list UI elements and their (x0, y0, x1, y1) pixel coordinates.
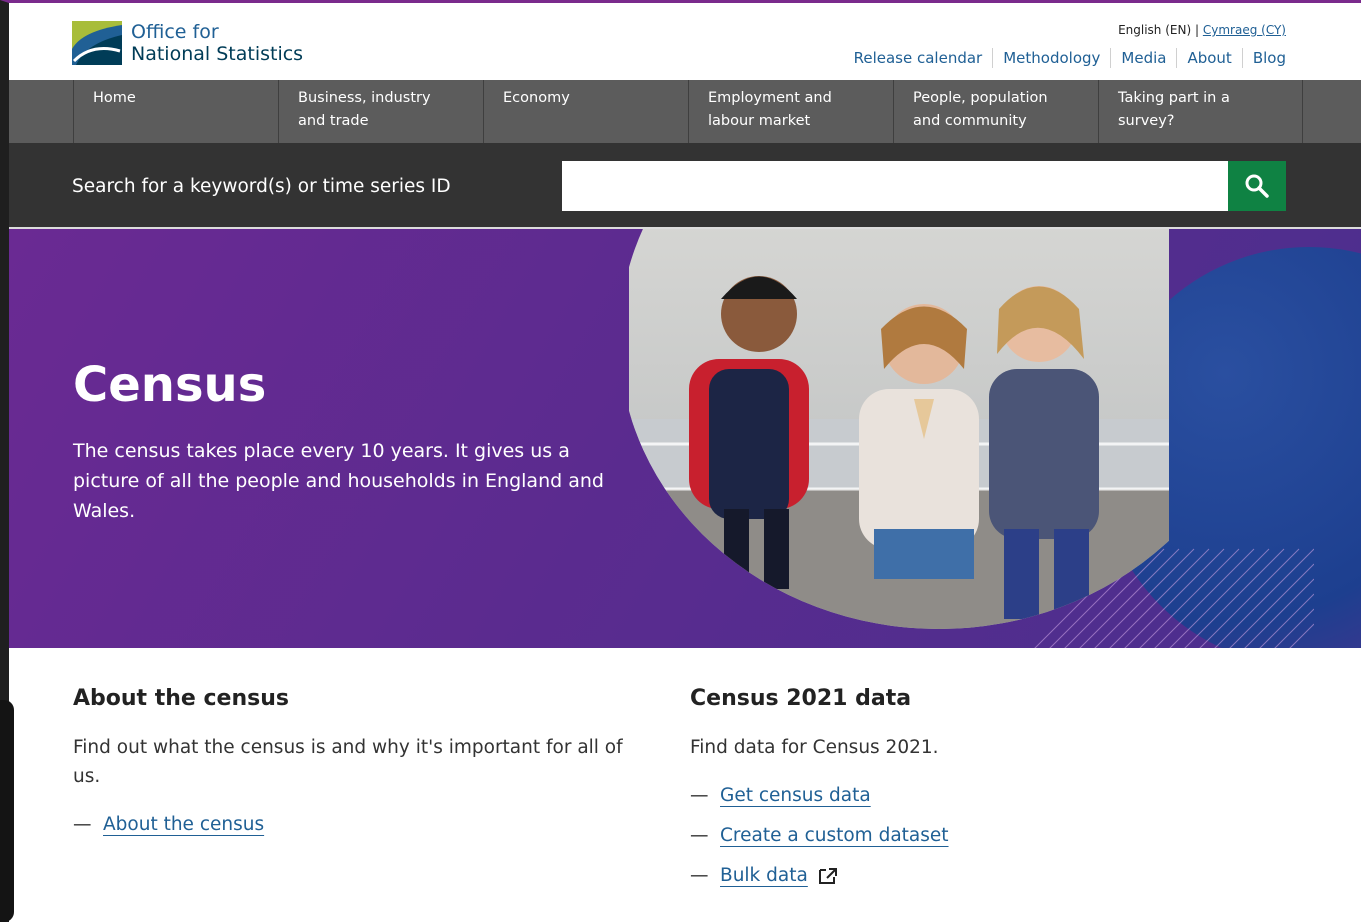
create-custom-dataset-link[interactable]: Create a custom dataset (720, 816, 949, 856)
logo-text: Office for National Statistics (131, 21, 303, 65)
about-links: — About the census (73, 805, 633, 845)
language-switcher: English (EN) | Cymraeg (CY) (1118, 23, 1286, 37)
dash-bullet: — (73, 814, 92, 835)
about-section: About the census Find out what the censu… (73, 686, 633, 845)
nav-item-label: Taking part in a (1118, 90, 1230, 106)
list-item: — Get census data (690, 776, 1250, 816)
nav-item-employment[interactable]: Employment and labour market (688, 80, 893, 143)
hero-photo-children (629, 229, 1169, 629)
logo-line-2: National Statistics (131, 43, 304, 65)
page-title: Census (73, 357, 267, 413)
blog-link[interactable]: Blog (1241, 48, 1286, 68)
nav-item-label-2: and trade (298, 113, 369, 129)
search-label: Search for a keyword(s) or time series I… (72, 176, 451, 197)
nav-item-people[interactable]: People, population and community (893, 80, 1098, 143)
dash-bullet: — (690, 865, 709, 886)
ons-logo-icon (72, 21, 122, 65)
nav-item-survey[interactable]: Taking part in a survey? (1098, 80, 1303, 143)
side-edge (0, 700, 14, 922)
get-census-data-link[interactable]: Get census data (720, 776, 871, 816)
nav-item-label: Employment and (708, 90, 832, 106)
search-icon (1245, 174, 1269, 198)
nav-item-label: Economy (503, 90, 570, 106)
list-item: — Create a custom dataset (690, 816, 1250, 856)
lang-separator: | (1194, 23, 1200, 37)
census-data-section: Census 2021 data Find data for Census 20… (690, 686, 1250, 896)
nav-item-label: Business, industry (298, 90, 431, 106)
release-calendar-link[interactable]: Release calendar (844, 48, 993, 68)
nav-item-business[interactable]: Business, industry and trade (278, 80, 483, 143)
list-item: — About the census (73, 805, 633, 845)
nav-item-label-2: labour market (708, 113, 811, 129)
about-heading: About the census (73, 686, 289, 711)
logo-line-1: Office for (131, 21, 219, 43)
census-data-text: Find data for Census 2021. (690, 737, 939, 758)
nav-item-label: People, population (913, 90, 1048, 106)
nav-item-economy[interactable]: Economy (483, 80, 688, 143)
hero-banner: Census The census takes place every 10 y… (9, 229, 1361, 648)
nav-item-label: Home (93, 90, 136, 106)
about-text: Find out what the census is and why it's… (73, 737, 623, 787)
lang-welsh-link[interactable]: Cymraeg (CY) (1203, 23, 1286, 37)
search-bar: Search for a keyword(s) or time series I… (9, 143, 1361, 229)
census-data-links: — Get census data — Create a custom data… (690, 776, 1250, 896)
hero-description: The census takes place every 10 years. I… (73, 440, 604, 522)
nav-item-label-2: and community (913, 113, 1027, 129)
utility-nav: Release calendar Methodology Media About… (844, 48, 1286, 68)
nav-item-label-2: survey? (1118, 113, 1175, 129)
search-button[interactable] (1228, 161, 1286, 211)
ons-logo[interactable]: Office for National Statistics (72, 21, 303, 65)
list-item: — Bulk data (690, 856, 1250, 896)
main-nav: Home Business, industry and trade Econom… (9, 80, 1361, 143)
search-input[interactable] (562, 161, 1229, 211)
media-link[interactable]: Media (1110, 48, 1176, 68)
census-data-heading: Census 2021 data (690, 686, 912, 711)
dash-bullet: — (690, 825, 709, 846)
about-link[interactable]: About (1176, 48, 1241, 68)
dash-bullet: — (690, 785, 709, 806)
methodology-link[interactable]: Methodology (992, 48, 1110, 68)
nav-item-home[interactable]: Home (73, 80, 278, 143)
about-census-link[interactable]: About the census (103, 805, 264, 845)
bulk-data-link[interactable]: Bulk data (720, 856, 808, 896)
external-link-icon (818, 868, 837, 884)
lang-current: English (EN) (1118, 23, 1192, 37)
site-header: Office for National Statistics English (… (9, 3, 1361, 80)
